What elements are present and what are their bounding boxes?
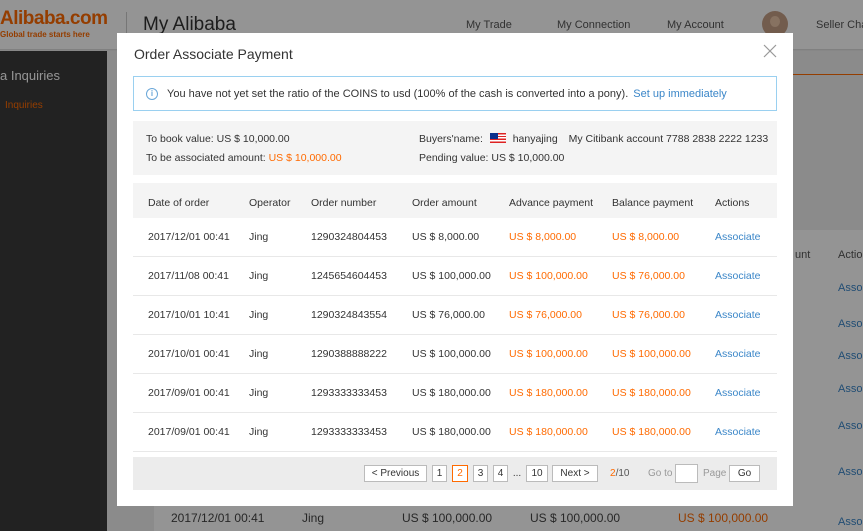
pending-value-line: Pending value: US $ 10,000.00 xyxy=(419,152,564,164)
cell-order-amount: US $ 8,000.00 xyxy=(412,231,480,243)
associate-link[interactable]: Associate xyxy=(715,309,761,321)
book-value-label: To book value: xyxy=(146,133,214,145)
cell-order-amount: US $ 76,000.00 xyxy=(412,309,485,321)
cell-order-amount: US $ 180,000.00 xyxy=(412,387,491,399)
cell-order-amount: US $ 100,000.00 xyxy=(412,348,491,360)
table-body: 2017/12/01 00:41 Jing 1290324804453 US $ 8,… xyxy=(133,218,777,452)
associate-link[interactable]: Associate xyxy=(715,348,761,360)
cell-advance-payment: US $ 100,000.00 xyxy=(509,270,588,282)
book-value: US $ 10,000.00 xyxy=(216,133,290,145)
set-up-immediately-link[interactable]: Set up immediately xyxy=(633,88,727,100)
cell-advance-payment: US $ 180,000.00 xyxy=(509,426,588,438)
goto-page-input[interactable] xyxy=(675,464,698,483)
buyer-line: Buyers'name: hanyajing My Citibank accou… xyxy=(419,133,768,145)
pending-value-label: Pending value: xyxy=(419,152,489,164)
next-page-button[interactable]: Next > xyxy=(552,465,598,482)
notice-banner: i You have not yet set the ratio of the … xyxy=(133,76,777,111)
page-count: 2/10 xyxy=(610,468,629,479)
cell-advance-payment: US $ 8,000.00 xyxy=(509,231,577,243)
associate-link[interactable]: Associate xyxy=(715,387,761,399)
header-order-amount: Order amount xyxy=(412,197,477,209)
table-header: Date of order Operator Order number Orde… xyxy=(133,183,777,218)
cell-date: 2017/09/01 00:41 xyxy=(148,426,230,438)
associated-amount-line: To be associated amount: US $ 10,000.00 xyxy=(146,152,342,164)
page-label: Page xyxy=(703,468,727,479)
buyer-name: hanyajing xyxy=(512,133,558,145)
cell-order-amount: US $ 100,000.00 xyxy=(412,270,491,282)
cell-operator: Jing xyxy=(249,309,269,321)
cell-advance-payment: US $ 100,000.00 xyxy=(509,348,588,360)
cell-date: 2017/09/01 00:41 xyxy=(148,387,230,399)
cell-date: 2017/10/01 00:41 xyxy=(148,348,230,360)
book-value-line: To book value: US $ 10,000.00 xyxy=(146,133,290,145)
page-button-4[interactable]: 4 xyxy=(493,465,508,482)
cell-balance-payment: US $ 8,000.00 xyxy=(612,231,680,243)
malaysia-flag-icon xyxy=(489,133,506,143)
header-balance-payment: Balance payment xyxy=(612,197,694,209)
close-icon[interactable] xyxy=(762,43,778,59)
info-icon: i xyxy=(146,87,158,100)
table-row: 2017/10/01 00:41 Jing 1290388888222 US $ 10… xyxy=(133,335,777,374)
pagination: < Previous 1 2 3 4 ... 10 Next > 2/10 Go… xyxy=(133,457,777,490)
cell-order-amount: US $ 180,000.00 xyxy=(412,426,491,438)
cell-date: 2017/11/08 00:41 xyxy=(148,270,229,282)
associated-amount-value: US $ 10,000.00 xyxy=(268,152,342,164)
notice-text: You have not yet set the ratio of the CO… xyxy=(167,87,629,100)
cell-date: 2017/12/01 00:41 xyxy=(148,231,230,243)
associated-amount-label: To be associated amount: xyxy=(146,152,266,164)
previous-page-button[interactable]: < Previous xyxy=(364,465,427,482)
citibank-account: My Citibank account 7788 2838 2222 1233 xyxy=(568,133,769,145)
table-row: 2017/11/08 00:41 Jing 1245654604453 US $ 10… xyxy=(133,257,777,296)
cell-operator: Jing xyxy=(249,348,269,360)
dialog-title: Order Associate Payment xyxy=(134,46,293,62)
header-date: Date of order xyxy=(148,197,210,209)
page-button-1[interactable]: 1 xyxy=(432,465,447,482)
associate-link[interactable]: Associate xyxy=(715,231,761,243)
cell-order-number: 1290324843554 xyxy=(311,309,387,321)
cell-order-number: 1290324804453 xyxy=(311,231,387,243)
cell-date: 2017/10/01 10:41 xyxy=(148,309,230,321)
table-row: 2017/10/01 10:41 Jing 1290324843554 US $ 76… xyxy=(133,296,777,335)
cell-balance-payment: US $ 180,000.00 xyxy=(612,387,691,399)
associate-link[interactable]: Associate xyxy=(715,426,761,438)
page-ellipsis: ... xyxy=(512,468,522,479)
go-button[interactable]: Go xyxy=(729,465,760,482)
header-operator: Operator xyxy=(249,197,291,209)
buyer-name-label: Buyers'name: xyxy=(419,133,483,145)
cell-advance-payment: US $ 180,000.00 xyxy=(509,387,588,399)
order-associate-payment-dialog: Order Associate Payment i You have not y… xyxy=(117,33,793,506)
goto-label: Go to xyxy=(648,468,673,479)
associate-link[interactable]: Associate xyxy=(715,270,761,282)
table-row: 2017/09/01 00:41 Jing 1293333333453 US $ 18… xyxy=(133,374,777,413)
orders-table: Date of order Operator Order number Orde… xyxy=(133,183,777,452)
page-button-10[interactable]: 10 xyxy=(526,465,548,482)
header-order-number: Order number xyxy=(311,197,377,209)
table-row: 2017/09/01 00:41 Jing 1293333333453 US $ 18… xyxy=(133,413,777,452)
payment-summary: To book value: US $ 10,000.00 To be asso… xyxy=(133,121,777,175)
header-advance-payment: Advance payment xyxy=(509,197,594,209)
table-row: 2017/12/01 00:41 Jing 1290324804453 US $ 8,… xyxy=(133,218,777,257)
cell-order-number: 1293333333453 xyxy=(311,426,387,438)
cell-balance-payment: US $ 180,000.00 xyxy=(612,426,691,438)
cell-balance-payment: US $ 100,000.00 xyxy=(612,348,691,360)
page-button-3[interactable]: 3 xyxy=(473,465,488,482)
page-button-2[interactable]: 2 xyxy=(452,465,468,482)
cell-order-number: 1245654604453 xyxy=(311,270,387,282)
header-actions: Actions xyxy=(715,197,750,209)
cell-operator: Jing xyxy=(249,231,269,243)
cell-advance-payment: US $ 76,000.00 xyxy=(509,309,582,321)
cell-balance-payment: US $ 76,000.00 xyxy=(612,270,685,282)
cell-operator: Jing xyxy=(249,426,269,438)
pending-value: US $ 10,000.00 xyxy=(491,152,565,164)
cell-operator: Jing xyxy=(249,270,269,282)
cell-order-number: 1293333333453 xyxy=(311,387,387,399)
cell-operator: Jing xyxy=(249,387,269,399)
page-count-total: /10 xyxy=(615,468,630,479)
cell-balance-payment: US $ 76,000.00 xyxy=(612,309,685,321)
cell-order-number: 1290388888222 xyxy=(311,348,387,360)
